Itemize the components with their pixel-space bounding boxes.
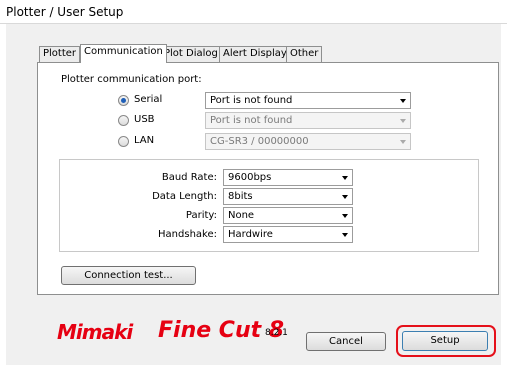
tab-plot-dialog[interactable]: Plot Dialog (160, 46, 222, 62)
usb-radio[interactable] (118, 115, 129, 126)
parity-value: None (228, 210, 255, 221)
window-frame-right (501, 24, 507, 365)
data-length-label: Data Length: (152, 191, 217, 202)
parity-select[interactable]: None (223, 207, 353, 224)
chevron-down-icon (400, 99, 406, 103)
setup-highlight-frame (396, 325, 496, 357)
data-length-select[interactable]: 8bits (223, 188, 353, 205)
chevron-down-icon (342, 176, 348, 180)
serial-radio[interactable] (118, 95, 129, 106)
chevron-down-icon (342, 233, 348, 237)
chevron-down-icon (400, 119, 406, 123)
tab-alert-display[interactable]: Alert Display (219, 46, 291, 62)
baud-rate-select[interactable]: 9600bps (223, 169, 353, 186)
baud-rate-value: 9600bps (228, 172, 272, 183)
serial-label[interactable]: Serial (134, 94, 162, 105)
communication-panel: Plotter communication port: Serial Port … (37, 62, 499, 295)
baud-rate-label: Baud Rate: (161, 172, 217, 183)
data-length-value: 8bits (228, 191, 253, 202)
chevron-down-icon (342, 214, 348, 218)
tab-communication[interactable]: Communication (80, 44, 167, 63)
handshake-select[interactable]: Hardwire (223, 226, 353, 243)
port-heading: Plotter communication port: (61, 74, 202, 85)
handshake-value: Hardwire (228, 229, 273, 240)
lan-radio[interactable] (118, 136, 129, 147)
chevron-down-icon (342, 195, 348, 199)
handshake-label: Handshake: (158, 229, 217, 240)
lan-port-select: CG-SR3 / 00000000 (205, 133, 411, 150)
lan-label[interactable]: LAN (134, 135, 154, 146)
title-bar: Plotter / User Setup (0, 0, 507, 24)
serial-port-select[interactable]: Port is not found (205, 92, 411, 109)
logo-brand: Mimaki (57, 320, 133, 344)
tab-plotter[interactable]: Plotter (39, 46, 81, 62)
version-label: 8.2.1 (265, 328, 288, 338)
tab-other[interactable]: Other (286, 46, 323, 62)
serial-port-value: Port is not found (210, 95, 293, 106)
usb-port-select: Port is not found (205, 112, 411, 129)
parity-label: Parity: (185, 210, 217, 221)
usb-port-value: Port is not found (210, 115, 293, 126)
dialog-window: Plotter / User Setup Plotter Communicati… (0, 0, 507, 365)
serial-settings-group: Baud Rate: 9600bps Data Length: 8bits Pa… (59, 159, 479, 252)
window-title: Plotter / User Setup (6, 5, 124, 19)
window-frame-left (0, 24, 6, 365)
cancel-button[interactable]: Cancel (306, 332, 386, 351)
lan-port-value: CG-SR3 / 00000000 (210, 136, 309, 147)
usb-label[interactable]: USB (134, 114, 155, 125)
connection-test-button[interactable]: Connection test... (61, 266, 196, 285)
chevron-down-icon (400, 140, 406, 144)
